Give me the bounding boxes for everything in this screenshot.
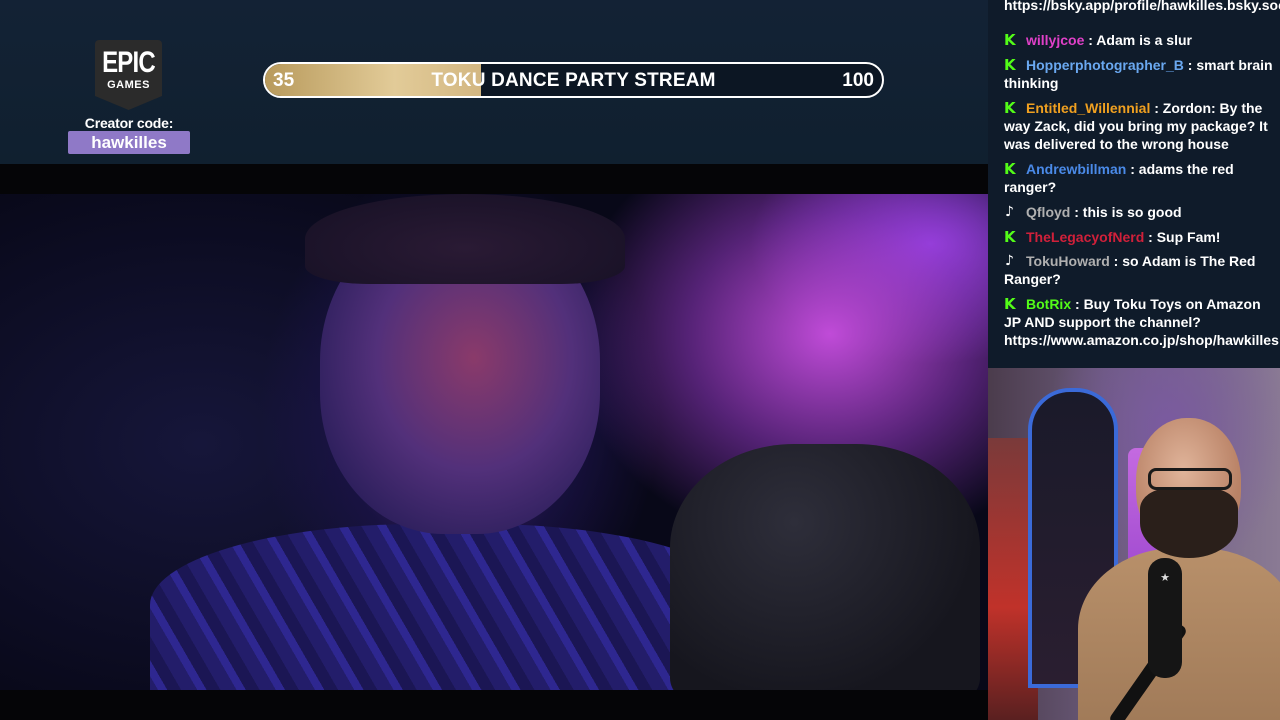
kick-icon xyxy=(1004,228,1018,246)
video-player[interactable] xyxy=(0,164,988,720)
goal-current-value: 35 xyxy=(273,70,295,91)
chat-message: Hopperphotographer_B : smart brain think… xyxy=(1004,56,1276,92)
tiktok-icon xyxy=(1004,252,1018,270)
chat-username[interactable]: Qfloyd xyxy=(1026,204,1070,220)
chat-message: https://bsky.app/profile/hawkilles.bsky.… xyxy=(1004,0,1280,14)
video-person-hair xyxy=(305,194,625,284)
kick-icon xyxy=(1004,31,1018,49)
chat-username[interactable]: Entitled_Willennial xyxy=(1026,100,1150,116)
chat-username[interactable]: Andrewbillman xyxy=(1026,161,1126,177)
kick-icon xyxy=(1004,295,1018,313)
chat-message: willyjcoe : Adam is a slur xyxy=(1004,31,1276,49)
chat-message: Andrewbillman : adams the red ranger? xyxy=(1004,160,1276,196)
chat-message-text: : this is so good xyxy=(1074,204,1182,220)
chat-message: Qfloyd : this is so good xyxy=(1004,203,1276,221)
chat-username[interactable]: TheLegacyofNerd xyxy=(1026,229,1144,245)
chat-username[interactable]: Hopperphotographer_B xyxy=(1026,57,1184,73)
streamer-glasses xyxy=(1148,468,1232,490)
chat-username[interactable]: BotRix xyxy=(1026,296,1071,312)
stream-overlay-header: EPIC GAMES Creator code: hawkilles TOKU … xyxy=(0,0,988,164)
chat-message: BotRix : Buy Toku Toys on Amazon JP AND … xyxy=(1004,295,1279,349)
chat-message: TheLegacyofNerd : Sup Fam! xyxy=(1004,228,1276,246)
goal-progress-bar: TOKU DANCE PARTY STREAM 35 100 xyxy=(263,62,884,98)
tiktok-icon xyxy=(1004,203,1018,221)
mic-logo-icon: ★ xyxy=(1160,572,1170,584)
goal-title: TOKU DANCE PARTY STREAM xyxy=(431,70,716,91)
kick-icon xyxy=(1004,56,1018,74)
epic-logo-line2: GAMES xyxy=(107,79,150,91)
chat-panel: https://bsky.app/profile/hawkilles.bsky.… xyxy=(988,0,1280,368)
creator-code-value: hawkilles xyxy=(68,131,190,154)
creator-code-label: Creator code: xyxy=(84,115,174,131)
kick-icon xyxy=(1004,99,1018,117)
chat-message-text: https://bsky.app/profile/hawkilles.bsky.… xyxy=(1004,0,1280,13)
video-chair xyxy=(670,444,980,690)
video-person-shirt xyxy=(150,524,750,690)
goal-target-value: 100 xyxy=(842,70,874,91)
chat-message: Entitled_Willennial : Zordon: By the way… xyxy=(1004,99,1276,153)
video-frame-image xyxy=(0,194,988,690)
epic-logo-line1: EPIC xyxy=(102,46,156,79)
chat-message: TokuHoward : so Adam is The Red Ranger? xyxy=(1004,252,1276,288)
chat-username[interactable]: willyjcoe xyxy=(1026,32,1084,48)
kick-icon xyxy=(1004,160,1018,178)
chat-message-text: : Sup Fam! xyxy=(1148,229,1221,245)
chat-message-text: : Adam is a slur xyxy=(1088,32,1192,48)
chat-username[interactable]: TokuHoward xyxy=(1026,253,1110,269)
epic-games-logo: EPIC GAMES xyxy=(95,40,162,110)
webcam-feed: ★ xyxy=(988,368,1280,720)
streamer-beard xyxy=(1140,488,1238,558)
